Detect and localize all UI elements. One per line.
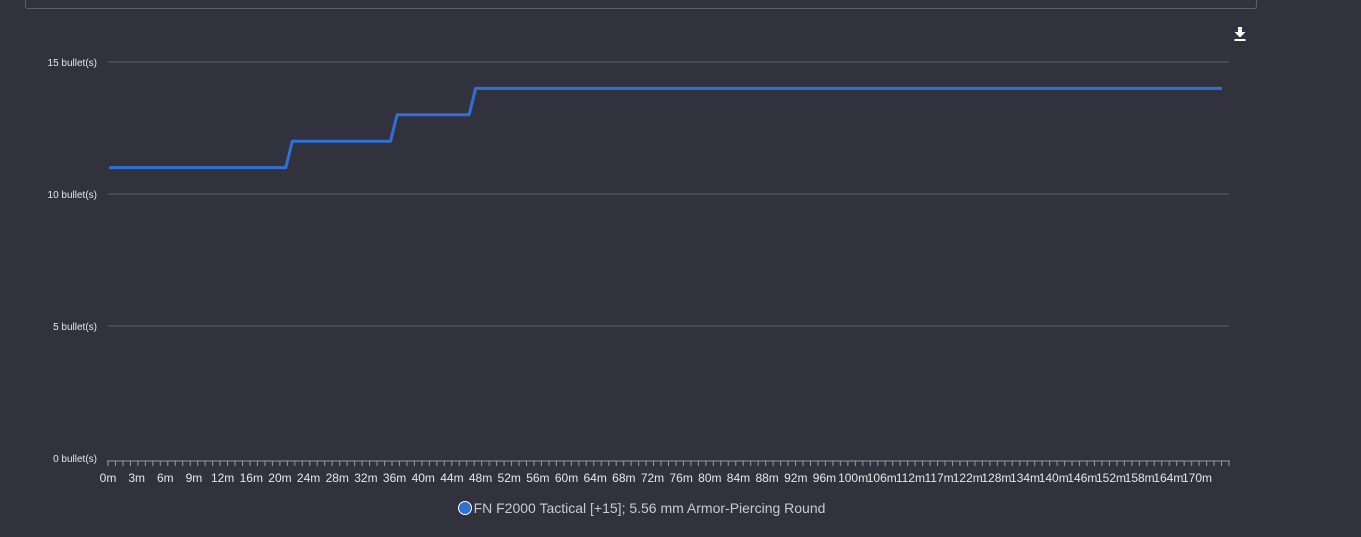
x-tick-label: 56m <box>526 471 549 485</box>
x-tick-label: 76m <box>669 471 692 485</box>
y-axis: 0 bullet(s) 5 bullet(s) 10 bullet(s) 15 bul… <box>48 58 97 465</box>
x-tick-label: 92m <box>784 471 807 485</box>
x-tick-label: 72m <box>641 471 664 485</box>
x-tick-label: 12m <box>211 471 234 485</box>
x-tick-label: 117m <box>925 471 954 485</box>
x-tick-label: 52m <box>498 471 521 485</box>
x-axis: 0m 3m 6m 9m 12m 16m 20m 24m 28m 32m 36m 40m 44m 48m 52… <box>100 460 1230 485</box>
x-tick-label: 28m <box>326 471 349 485</box>
x-tick-label: 40m <box>412 471 435 485</box>
y-tick-label: 15 bullet(s) <box>48 58 97 69</box>
x-tick-label: 164m <box>1153 471 1183 485</box>
x-tick-label: 60m <box>555 471 578 485</box>
x-tick-label: 9m <box>186 471 203 485</box>
x-tick-label: 68m <box>612 471 635 485</box>
x-tick-label: 20m <box>268 471 291 485</box>
x-tick-label: 84m <box>727 471 750 485</box>
x-tick-label: 80m <box>698 471 721 485</box>
series-line[interactable] <box>109 86 1222 170</box>
x-tick-label: 0m <box>100 471 117 485</box>
x-tick-label: 88m <box>755 471 778 485</box>
x-tick-label: 3m <box>128 471 145 485</box>
y-tick-label: 10 bullet(s) <box>48 190 97 201</box>
x-tick-label: 106m <box>867 471 897 485</box>
x-tick-label: 146m <box>1067 471 1097 485</box>
y-tick-label: 5 bullet(s) <box>53 322 97 333</box>
x-tick-label: 100m <box>838 471 868 485</box>
series-layer <box>109 86 1222 170</box>
grid-lines <box>108 61 1229 327</box>
x-tick-label: 48m <box>469 471 492 485</box>
x-tick-label: 112m <box>896 471 925 485</box>
x-tick-label: 16m <box>240 471 263 485</box>
y-tick-label: 0 bullet(s) <box>53 454 97 465</box>
x-tick-label: 122m <box>953 471 983 485</box>
x-tick-label: 158m <box>1125 471 1155 485</box>
x-tick-label: 140m <box>1039 471 1069 485</box>
x-tick-label: 6m <box>157 471 174 485</box>
x-tick-label: 36m <box>383 471 406 485</box>
x-tick-label: 44m <box>440 471 463 485</box>
line-chart: 0 bullet(s) 5 bullet(s) 10 bullet(s) 15 bul… <box>48 58 1230 485</box>
legend[interactable]: FN F2000 Tactical [+15]; 5.56 mm Armor-P… <box>0 500 1283 516</box>
x-tick-label: 64m <box>584 471 607 485</box>
x-tick-label: 170m <box>1182 471 1212 485</box>
x-tick-label: 134m <box>1010 471 1040 485</box>
x-tick-label: 32m <box>354 471 377 485</box>
x-tick-label: 152m <box>1096 471 1126 485</box>
legend-label: FN F2000 Tactical [+15]; 5.56 mm Armor-P… <box>473 500 826 516</box>
legend-swatch <box>457 501 472 515</box>
x-tick-label: 128m <box>981 471 1011 485</box>
x-tick-label: 96m <box>813 471 836 485</box>
x-tick-label: 24m <box>297 471 320 485</box>
